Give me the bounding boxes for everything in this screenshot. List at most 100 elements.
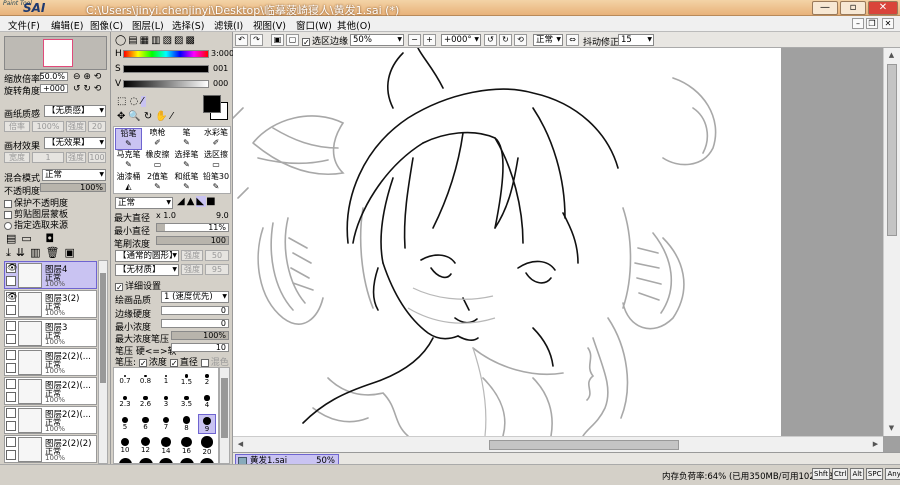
brush-size-item[interactable]: 1.5 xyxy=(178,370,196,386)
zoom-slider[interactable]: 50.0% xyxy=(40,72,68,81)
rotate-right-icon[interactable]: ↻ xyxy=(499,34,512,46)
paper-texture-select[interactable]: 【无质感】 xyxy=(44,105,106,117)
zoom-icon[interactable]: 🔍 xyxy=(128,111,143,122)
edge-medium-icon[interactable]: ▲ xyxy=(187,196,197,207)
rotate-left-icon[interactable]: ↺ xyxy=(484,34,497,46)
reset-rotation-icon[interactable]: ⟲ xyxy=(514,34,527,46)
view-tools-row[interactable]: ✥🔍↻✋⁄ xyxy=(117,111,175,122)
brush-size-item[interactable]: 3.5 xyxy=(178,392,196,408)
horizontal-scrollbar[interactable]: ◀ ▶ xyxy=(233,436,883,452)
min-density-slider[interactable]: 0 xyxy=(161,319,229,328)
brush-size-item[interactable]: 2 xyxy=(198,370,216,386)
foreground-color-swatch[interactable] xyxy=(203,95,221,113)
vertical-scrollbar-thumb[interactable] xyxy=(887,64,897,236)
redo-icon[interactable]: ↷ xyxy=(250,34,263,46)
quality-select[interactable]: 1 (速度优先) xyxy=(161,291,229,303)
layer-buttons-row2[interactable]: ⤓⇊▥🗑▣ xyxy=(6,246,80,260)
density-slider[interactable]: 100 xyxy=(156,236,229,245)
drawing-canvas[interactable] xyxy=(233,48,781,437)
edge-soft-icon[interactable]: ◢ xyxy=(177,196,187,207)
effect-strength-value[interactable]: 100 xyxy=(88,152,106,163)
brush-size-item[interactable]: 3 xyxy=(157,392,175,408)
deselect-icon[interactable]: ▣ xyxy=(271,34,284,46)
hue-slider[interactable] xyxy=(123,50,209,58)
canvas-viewport[interactable]: ▲ ▼ ◀ ▶ xyxy=(233,48,900,452)
pen-lock-icon[interactable] xyxy=(6,276,16,286)
vertical-scrollbar[interactable]: ▲ ▼ xyxy=(883,48,900,436)
horizontal-scrollbar-thumb[interactable] xyxy=(489,440,679,450)
rotate-buttons[interactable]: ↺ ↻ ⟲ xyxy=(73,84,101,94)
brush-size-item[interactable]: 4 xyxy=(198,392,216,409)
brush-size-item[interactable]: 16 xyxy=(178,436,196,455)
menu-other[interactable]: 其他(O) xyxy=(337,18,371,32)
texture-strength-value[interactable]: 95 xyxy=(205,264,229,275)
brush-size-item[interactable]: 0.7 xyxy=(116,370,134,385)
lock-icon[interactable] xyxy=(6,421,16,431)
selection-source-box[interactable] xyxy=(4,221,12,230)
max-size-mult[interactable]: x 1.0 xyxy=(156,211,176,220)
swatch-icon[interactable]: ▥ xyxy=(151,35,162,46)
brush-size-item[interactable]: 12 xyxy=(137,436,155,454)
min-size-slider[interactable]: 11% xyxy=(156,223,229,232)
brush-size-item[interactable]: 7 xyxy=(157,414,175,431)
zoom-in-icon[interactable]: + xyxy=(423,34,436,46)
tool-washi-pen[interactable]: 和纸笔 ✎ xyxy=(173,172,200,194)
tool-select-eraser[interactable]: 选区擦 ▭ xyxy=(202,150,230,172)
eye-icon[interactable] xyxy=(6,379,16,389)
navigator-preview[interactable] xyxy=(4,36,107,70)
detail-settings-box[interactable] xyxy=(115,282,123,291)
lock-icon[interactable] xyxy=(6,305,16,315)
layer-scrollbar-thumb[interactable] xyxy=(100,273,106,383)
zoom-out-icon[interactable]: − xyxy=(408,34,421,46)
lasso-icon[interactable]: ◌ xyxy=(129,96,141,107)
selection-source-checkbox[interactable]: 指定选取来源 xyxy=(4,218,68,231)
eye-icon[interactable] xyxy=(6,350,16,360)
apply-mask-icon[interactable]: ▣ xyxy=(64,246,79,259)
blend-select[interactable]: 正常 xyxy=(533,34,563,46)
layer-item[interactable]: 图层2(2)(... 正常 100% xyxy=(4,377,97,405)
brush-grid-scrollbar-thumb[interactable] xyxy=(221,378,228,438)
effect-width-value[interactable]: 1 xyxy=(32,152,64,163)
layer-scrollbar[interactable] xyxy=(98,260,108,464)
eye-icon[interactable] xyxy=(6,408,16,418)
new-layer-icon[interactable]: ▤ xyxy=(6,232,21,245)
menu-view[interactable]: 视图(V) xyxy=(253,18,286,32)
brush-size-item[interactable]: 2.6 xyxy=(137,392,155,408)
tool-bucket[interactable]: 油漆桶 ◭ xyxy=(115,172,142,194)
eyedropper-icon[interactable]: ⁄ xyxy=(171,111,176,122)
hsv-slider-icon[interactable]: ▦ xyxy=(140,35,151,46)
tool-watercolor[interactable]: 水彩笔 ✐ xyxy=(202,128,230,150)
brush-size-item[interactable]: 20 xyxy=(198,436,216,456)
brush-shape-select[interactable]: 【通常的圆形】 xyxy=(115,250,179,262)
rotate-icon[interactable]: ↻ xyxy=(144,111,155,122)
scratch-icon[interactable]: ▨ xyxy=(174,35,185,46)
lock-icon[interactable] xyxy=(6,363,16,373)
new-folder-icon[interactable]: ▭ xyxy=(21,232,36,245)
edge-hard-icon[interactable]: ◣ xyxy=(196,196,207,207)
tool-brush[interactable]: 笔 ✎ xyxy=(173,128,200,150)
selection-tools-row[interactable]: ⬚◌⁄ xyxy=(117,96,146,107)
undo-icon[interactable]: ↶ xyxy=(235,34,248,46)
eye-icon[interactable] xyxy=(6,437,16,447)
tool-eraser[interactable]: 橡皮擦 ▭ xyxy=(144,150,171,172)
lock-icon[interactable] xyxy=(6,392,16,402)
opacity-slider[interactable]: 100% xyxy=(40,183,106,192)
menu-window[interactable]: 窗口(W) xyxy=(296,18,332,32)
clear-layer-icon[interactable]: ▥ xyxy=(30,246,45,259)
tool-marker[interactable]: 马克笔 ✎ xyxy=(115,150,142,172)
rotation-select[interactable]: +000° xyxy=(441,34,481,46)
mdi-close-icon[interactable]: ✕ xyxy=(882,18,894,29)
color-mode-buttons[interactable]: ◯▤▦▥▧▨▩ xyxy=(115,35,197,46)
layer-mask-icon[interactable]: ◘ xyxy=(45,232,59,245)
tool-pencil[interactable]: 铅笔 ✎ xyxy=(115,128,142,150)
saturation-slider[interactable] xyxy=(123,65,209,73)
color-wheel-icon[interactable]: ◯ xyxy=(115,35,128,46)
brush-mode-select[interactable]: 正常 xyxy=(115,197,173,209)
mdi-minimize-icon[interactable]: – xyxy=(852,18,864,29)
eye-icon[interactable]: 👁 xyxy=(6,292,17,302)
move-icon[interactable]: ✥ xyxy=(117,111,128,122)
merge-down-icon[interactable]: ⇊ xyxy=(16,246,30,259)
palette-icon[interactable]: ▩ xyxy=(185,35,196,46)
brush-size-item[interactable]: 2.3 xyxy=(116,392,134,408)
tool-select-pen[interactable]: 选择笔 ✎ xyxy=(173,150,200,172)
